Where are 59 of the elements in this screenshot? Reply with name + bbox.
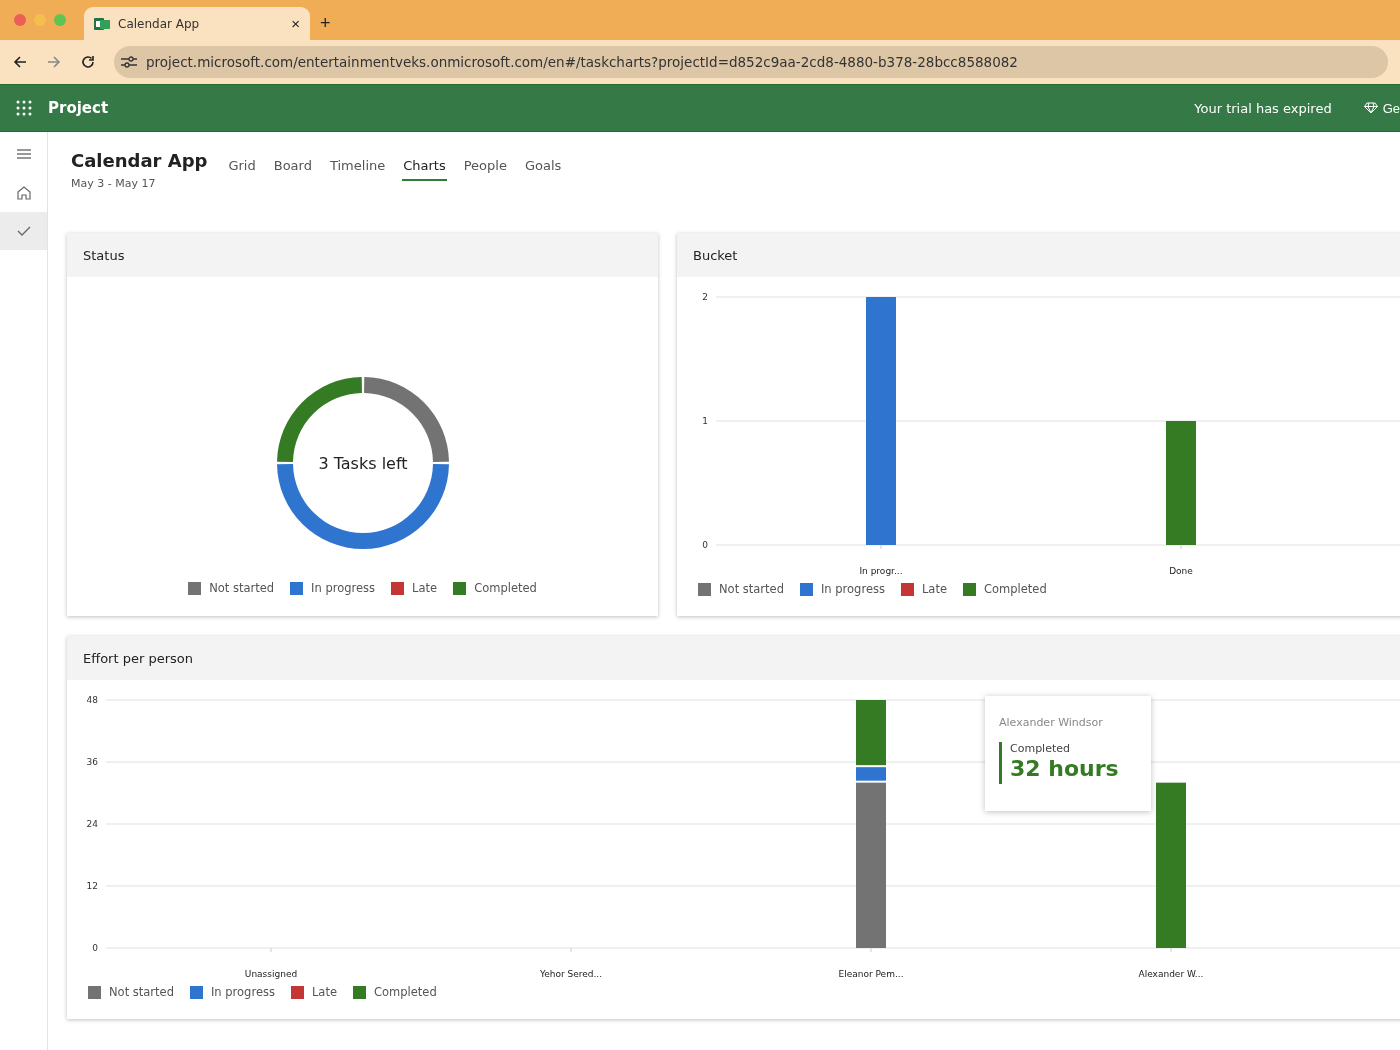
view-tab[interactable]: Timeline (328, 158, 387, 181)
center-label: 3 Tasks left (317, 454, 408, 473)
app-launcher-icon[interactable] (16, 100, 32, 116)
tab-title: Calendar App (118, 16, 201, 31)
axis-tick-label: 2 (702, 292, 708, 302)
trial-notice: Your trial has expired (1194, 100, 1332, 116)
card-title: Bucket (677, 233, 1400, 277)
view-tab[interactable]: Charts (402, 158, 447, 181)
upgrade-button[interactable]: Ge (1363, 100, 1400, 116)
view-tab[interactable]: Board (272, 158, 313, 181)
back-icon[interactable] (12, 54, 28, 70)
legend-label: In progress (210, 985, 275, 999)
home-icon (15, 185, 32, 201)
axis-category-label: Unassigned (244, 969, 298, 979)
legend-label: Late (311, 985, 337, 999)
card-title: Effort per person (67, 636, 1400, 680)
axis-category-label: Alexander W... (1138, 969, 1204, 979)
legend-label: Late (921, 582, 947, 596)
tooltip-label: Completed (1010, 742, 1071, 755)
tooltip-value: 32 hours (1010, 755, 1119, 783)
reload-icon[interactable] (80, 54, 96, 70)
tooltip-title: Alexander Windsor (999, 716, 1104, 729)
new-tab-button[interactable]: + (320, 13, 331, 34)
legend-label: Not started (719, 582, 784, 596)
card-title: Status (67, 233, 658, 277)
legend-label: Completed (374, 985, 437, 999)
axis-tick-label: 0 (702, 540, 708, 550)
project-title: Calendar App (71, 150, 208, 171)
legend-label: Completed (984, 582, 1047, 596)
axis-category-label: Yehor Sered... (539, 969, 603, 979)
close-tab-button[interactable]: × (291, 15, 300, 32)
project-dates: May 3 - May 17 (71, 177, 157, 190)
legend-label: In progress (820, 582, 885, 596)
axis-category-label: Eleanor Pem... (838, 969, 904, 979)
app-title: Project (48, 99, 110, 117)
axis-category-label: In progr... (859, 566, 903, 576)
view-tab[interactable]: Grid (227, 158, 257, 181)
forward-icon[interactable] (46, 54, 62, 70)
axis-tick-label: 24 (86, 819, 98, 829)
legend-label: Not started (109, 985, 174, 999)
legend-label: Late (412, 581, 438, 595)
app-logo-icon (94, 16, 110, 31)
axis-tick-label: 48 (86, 695, 98, 705)
legend-label: Not started (209, 581, 275, 595)
axis-tick-label: 36 (86, 757, 98, 767)
legend-label: Completed (474, 581, 537, 595)
browser-tab[interactable]: Calendar App × (84, 7, 310, 40)
legend-label: In progress (311, 581, 376, 595)
site-settings-icon (120, 55, 138, 69)
window-control-icon[interactable] (14, 14, 26, 26)
view-tab[interactable]: Goals (523, 158, 563, 181)
view-tab[interactable]: People (462, 158, 508, 181)
axis-tick-label: 12 (86, 881, 98, 891)
axis-tick-label: 0 (92, 943, 98, 953)
axis-category-label: Done (1169, 566, 1193, 576)
diamond-icon (1363, 102, 1378, 114)
axis-tick-label: 1 (702, 416, 708, 426)
url-text: project.microsoft.com/entertainmentveks.onmicrosoft.com/en#/taskcharts?projectId=d852c9aa-2cd8-4880-b378-28bcc8588082 (146, 54, 1018, 70)
address-bar[interactable]: project.microsoft.com/entertainmentveks.onmicrosoft.com/en#/taskcharts?projectId=d852c9aa-2cd8-4880-b378-28bcc8588082 (114, 46, 1388, 78)
